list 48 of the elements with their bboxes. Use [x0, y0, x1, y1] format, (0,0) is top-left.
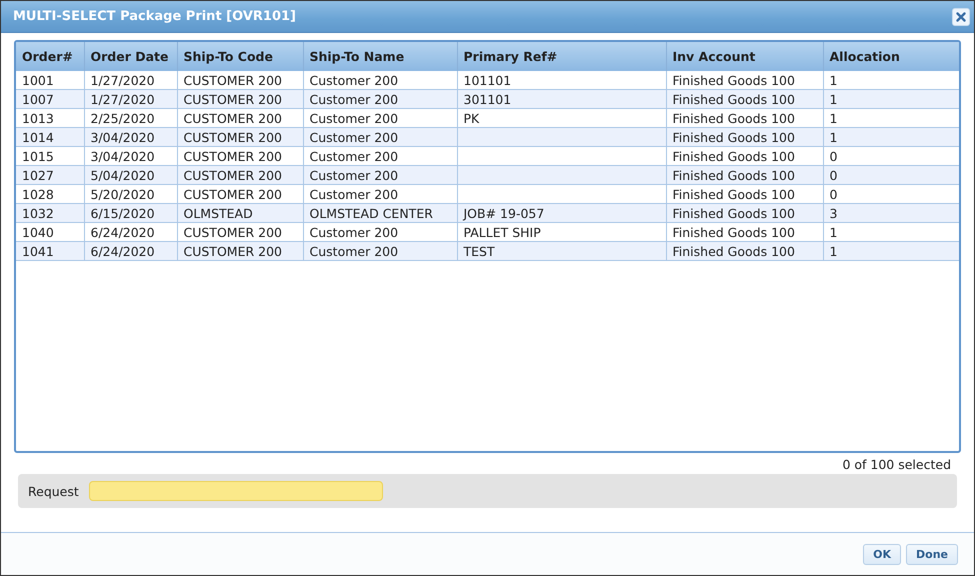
table-cell: OLMSTEAD CENTER: [303, 204, 457, 222]
table-cell: Customer 200: [303, 242, 457, 260]
table-cell: 1041: [16, 242, 84, 260]
column-header[interactable]: Ship-To Name: [303, 42, 457, 71]
table-cell: 6/24/2020: [84, 242, 177, 260]
table-cell: Finished Goods 100: [666, 90, 823, 108]
table-cell: CUSTOMER 200: [177, 166, 303, 184]
table-cell: 0: [823, 166, 959, 184]
column-header[interactable]: Inv Account: [666, 42, 823, 71]
column-header[interactable]: Ship-To Code: [177, 42, 303, 71]
table-cell: Finished Goods 100: [666, 242, 823, 260]
table-cell: 1: [823, 90, 959, 108]
table-cell: 1027: [16, 166, 84, 184]
table-cell: CUSTOMER 200: [177, 242, 303, 260]
column-header[interactable]: Primary Ref#: [457, 42, 666, 71]
table-cell: CUSTOMER 200: [177, 90, 303, 108]
table-cell: 1/27/2020: [84, 90, 177, 108]
table-cell: Finished Goods 100: [666, 166, 823, 184]
column-header[interactable]: Order Date: [84, 42, 177, 71]
table-cell: Finished Goods 100: [666, 204, 823, 222]
table-cell: JOB# 19-057: [457, 204, 666, 222]
table-cell: 1032: [16, 204, 84, 222]
table-cell: Customer 200: [303, 166, 457, 184]
table-cell: 3: [823, 204, 959, 222]
window-title: MULTI-SELECT Package Print [OVR101]: [13, 9, 296, 24]
table-cell: 301101: [457, 90, 666, 108]
table-cell: TEST: [457, 242, 666, 260]
dialog-button[interactable]: Done: [906, 544, 958, 564]
table-cell: 1: [823, 242, 959, 260]
table-cell: 1007: [16, 90, 84, 108]
column-header[interactable]: Order#: [16, 42, 84, 71]
table-cell: 1: [823, 128, 959, 146]
request-label: Request: [28, 484, 79, 498]
column-header[interactable]: Allocation: [823, 42, 959, 71]
table-cell: 5/04/2020: [84, 166, 177, 184]
table-cell: Customer 200: [303, 128, 457, 146]
table-cell: Finished Goods 100: [666, 128, 823, 146]
table-cell: 3/04/2020: [84, 128, 177, 146]
request-field[interactable]: [88, 481, 383, 501]
dialog-button[interactable]: OK: [863, 544, 902, 564]
close-button[interactable]: [952, 8, 970, 26]
table-cell: 1014: [16, 128, 84, 146]
close-icon: [955, 10, 967, 22]
selection-count: 0 of 100 selected: [842, 457, 951, 472]
table-cell: OLMSTEAD: [177, 204, 303, 222]
table-cell: 6/15/2020: [84, 204, 177, 222]
table-cell: CUSTOMER 200: [177, 128, 303, 146]
table-cell: Customer 200: [303, 90, 457, 108]
